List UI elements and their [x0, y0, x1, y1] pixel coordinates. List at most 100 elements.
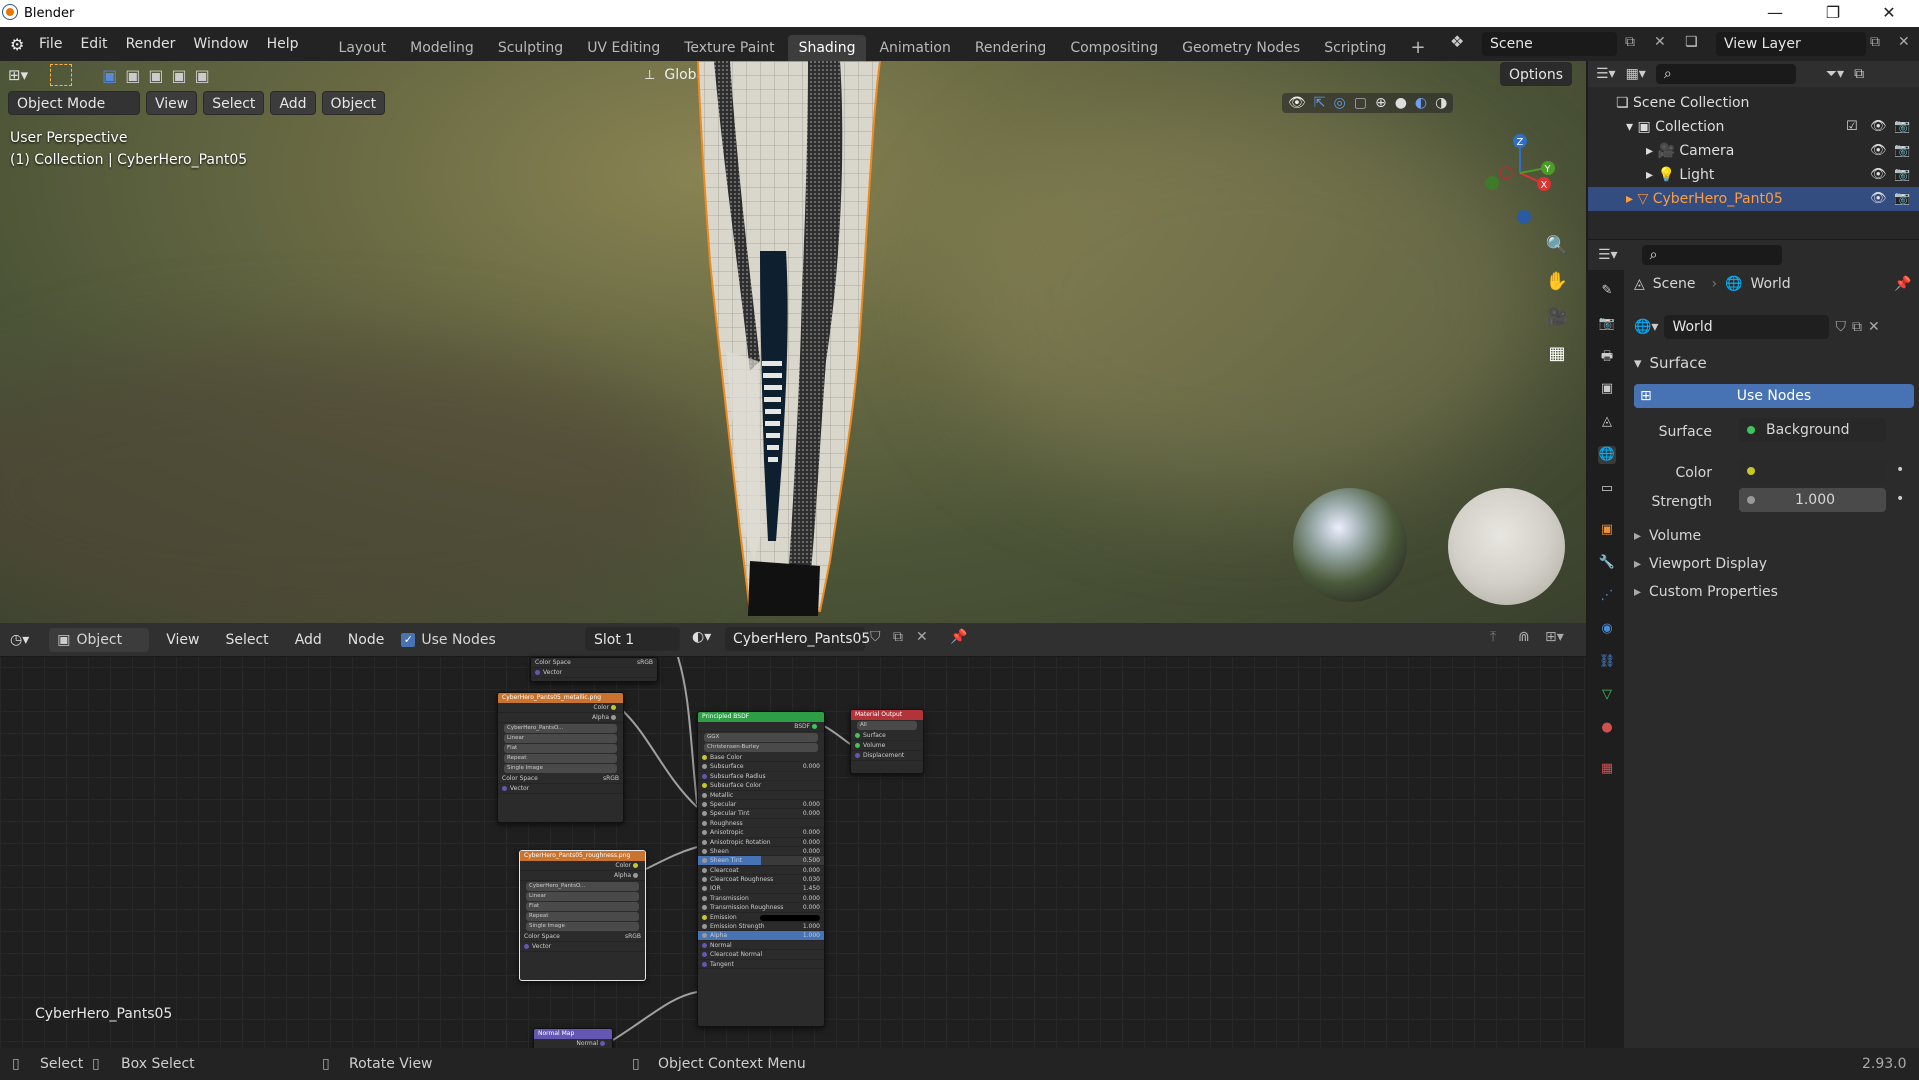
viewport-menu-view[interactable]: View	[146, 91, 198, 115]
color-field[interactable]	[1739, 459, 1886, 483]
new-material-icon[interactable]: ⧉	[893, 629, 903, 645]
overlay-icon[interactable]: ◎	[1334, 95, 1346, 111]
tab-uv-editing[interactable]: UV Editing	[576, 35, 671, 61]
tab-sculpting[interactable]: Sculpting	[487, 35, 574, 61]
bsdf-input-row[interactable]: Subsurface Color	[698, 781, 824, 791]
keyframe-dot-icon[interactable]: •	[1896, 491, 1904, 507]
image-texture-node-roughness[interactable]: CyberHero_Pants05_roughness.png Color Al…	[519, 850, 646, 981]
editor-type-icon[interactable]: ⊞▾	[8, 66, 28, 84]
bsdf-input-row[interactable]: Subsurface Radius	[698, 772, 824, 782]
select-intersect-icon[interactable]: ▣	[195, 66, 210, 85]
new-view-layer-icon[interactable]: ⧉	[1870, 34, 1880, 50]
constraint-tab-icon[interactable]: ⛓	[1598, 653, 1616, 671]
bsdf-input-row[interactable]: Emission	[698, 913, 824, 923]
material-tab-icon[interactable]: ●	[1598, 719, 1616, 737]
texture-tab-icon[interactable]: ▦	[1598, 760, 1616, 778]
blender-menu-icon[interactable]: ⚙	[10, 35, 30, 54]
node-menu-select[interactable]: Select	[216, 628, 277, 652]
scene-field[interactable]: Scene	[1482, 32, 1617, 56]
fake-user-icon[interactable]: ⛉	[1835, 319, 1846, 335]
eye-icon[interactable]: 👁	[1870, 187, 1887, 211]
visibility-icon[interactable]: 👁	[1288, 95, 1306, 111]
delete-scene-icon[interactable]: ✕	[1654, 34, 1666, 50]
tab-scripting[interactable]: Scripting	[1313, 35, 1397, 61]
checkbox-icon[interactable]: ☑	[1846, 115, 1858, 139]
use-nodes-toggle[interactable]: ✓ Use Nodes	[401, 632, 496, 648]
node-editor-type-icon[interactable]: ◷▾	[10, 632, 29, 648]
viewport-menu-add[interactable]: Add	[270, 91, 316, 115]
select-invert-icon[interactable]: ▣	[171, 66, 186, 85]
image-texture-node-partial[interactable]: Color Space sRGB Vector	[530, 657, 658, 682]
image-datablock-field[interactable]: CyberHero_PantsO...	[504, 724, 617, 733]
navigation-gizmo[interactable]: Z X Y	[1480, 128, 1560, 228]
tab-shading[interactable]: Shading	[787, 35, 867, 61]
image-datablock-field[interactable]: CyberHero_PantsO...	[526, 882, 639, 891]
tab-animation[interactable]: Animation	[868, 35, 961, 61]
use-nodes-button[interactable]: ⊞ Use Nodes	[1634, 384, 1914, 408]
bsdf-input-row[interactable]: Metallic	[698, 791, 824, 800]
use-nodes-checkbox[interactable]: ✓	[401, 632, 416, 647]
eye-icon[interactable]: 👁	[1870, 163, 1887, 187]
modifier-tab-icon[interactable]: 🔧	[1598, 554, 1616, 572]
world-name-field[interactable]: World	[1664, 315, 1830, 339]
tab-layout[interactable]: Layout	[328, 35, 398, 61]
snap-element-icon[interactable]: ⊞▾	[1545, 629, 1564, 645]
viewport-display-panel-header[interactable]: ▸ Viewport Display	[1634, 556, 1767, 572]
add-workspace-icon[interactable]: +	[1399, 35, 1436, 61]
tab-compositing[interactable]: Compositing	[1059, 35, 1169, 61]
surface-panel-header[interactable]: ▾ Surface	[1634, 354, 1707, 372]
bsdf-input-row[interactable]: IOR 1.450	[698, 884, 824, 894]
principled-bsdf-node[interactable]: Principled BSDF BSDF GGX Christensen-Bur…	[697, 711, 825, 1027]
filter-icon[interactable]: ⏷▾	[1826, 66, 1844, 82]
surface-shader-field[interactable]: Background	[1739, 418, 1886, 442]
view-layer-field[interactable]: View Layer	[1716, 32, 1866, 56]
tab-modeling[interactable]: Modeling	[399, 35, 485, 61]
tab-rendering[interactable]: Rendering	[964, 35, 1058, 61]
new-world-icon[interactable]: ⧉	[1852, 319, 1862, 335]
bsdf-input-row[interactable]: Alpha 1.000	[698, 931, 824, 941]
outliner-item-cyberhero[interactable]: ▸ ▽ CyberHero_Pant05 👁 📷	[1588, 187, 1919, 211]
bsdf-input-row[interactable]: Roughness	[698, 819, 824, 829]
bsdf-input-row[interactable]: Transmission 0.000	[698, 894, 824, 904]
select-tool-icon[interactable]	[50, 64, 73, 86]
snap-node-icon[interactable]: ⋒	[1518, 629, 1530, 645]
render-tab-icon[interactable]: 📷	[1598, 315, 1616, 333]
ortho-grid-icon[interactable]: ▦	[1544, 343, 1570, 379]
bsdf-input-row[interactable]: Normal	[698, 941, 824, 951]
tab-texture-paint[interactable]: Texture Paint	[673, 35, 785, 61]
node-menu-add[interactable]: Add	[286, 628, 331, 652]
custom-properties-panel-header[interactable]: ▸ Custom Properties	[1634, 584, 1778, 600]
menu-edit[interactable]: Edit	[71, 32, 116, 56]
pan-hand-icon[interactable]: ✋	[1544, 271, 1570, 307]
render-camera-icon[interactable]: 📷	[1894, 139, 1910, 163]
new-scene-icon[interactable]: ⧉	[1625, 34, 1635, 50]
tool-tab-icon[interactable]: ✎	[1598, 282, 1616, 300]
eye-icon[interactable]: 👁	[1870, 139, 1887, 163]
outliner-editor-icon[interactable]: ☰▾	[1596, 66, 1616, 82]
bsdf-input-row[interactable]: Emission Strength 1.000	[698, 922, 824, 932]
close-button[interactable]: ✕	[1866, 3, 1912, 23]
wireframe-shading-icon[interactable]: ⊕	[1375, 95, 1387, 111]
outliner-search-input[interactable]: ⌕	[1655, 64, 1796, 84]
unlink-material-icon[interactable]: ✕	[916, 629, 928, 645]
render-camera-icon[interactable]: 📷	[1894, 187, 1910, 211]
collection-tab-icon[interactable]: ▭	[1598, 480, 1616, 498]
object-tab-icon[interactable]: ▣	[1598, 521, 1616, 539]
bsdf-input-row[interactable]: Specular 0.000	[698, 800, 824, 810]
menu-file[interactable]: File	[30, 32, 71, 56]
pin-icon[interactable]: 📌	[950, 629, 967, 645]
menu-render[interactable]: Render	[117, 32, 185, 56]
node-menu-view[interactable]: View	[157, 628, 208, 652]
outliner-item-collection[interactable]: ▾ ▣ Collection ☑ 👁 📷	[1588, 115, 1919, 139]
material-name-field[interactable]: CyberHero_Pants05	[725, 627, 870, 651]
xray-icon[interactable]: ▢	[1354, 95, 1367, 111]
bsdf-input-row[interactable]: Subsurface 0.000	[698, 762, 824, 772]
image-texture-node-metallic[interactable]: CyberHero_Pants05_metallic.png Color Alp…	[497, 692, 624, 823]
bsdf-input-row[interactable]: Sheen Tint 0.500	[698, 856, 824, 866]
minimize-button[interactable]: —	[1752, 3, 1798, 23]
scene-selector-icon[interactable]: ❖	[1450, 32, 1464, 51]
scene-tab-icon[interactable]: ◬	[1598, 413, 1616, 431]
output-tab-icon[interactable]: 🖶	[1598, 348, 1616, 366]
outliner-item-camera[interactable]: ▸ 🎥 Camera 👁 📷	[1588, 139, 1919, 163]
viewport-menu-object[interactable]: Object	[321, 91, 386, 115]
